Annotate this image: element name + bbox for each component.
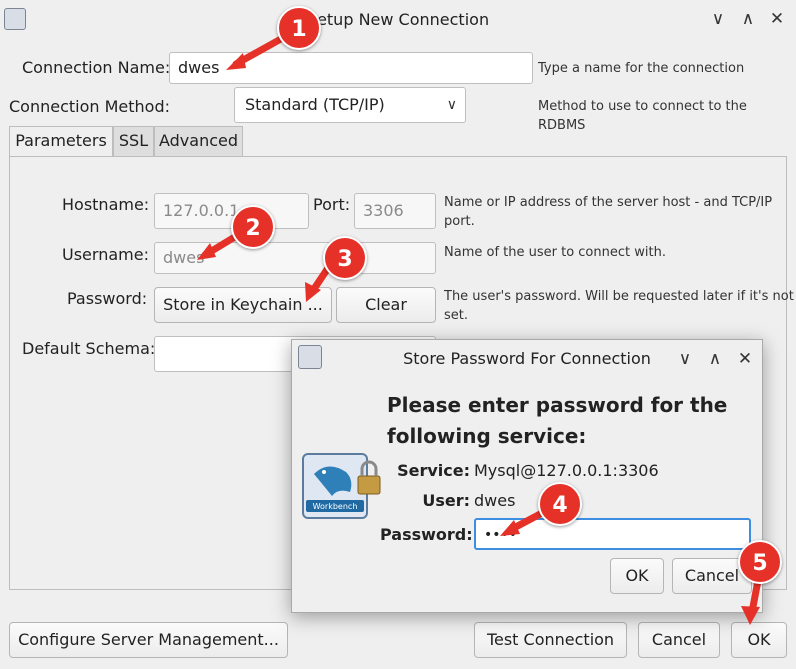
annotation-badge-5: 5 xyxy=(738,540,782,584)
annotation-arrows xyxy=(197,31,764,625)
annotation-badge-2: 2 xyxy=(231,205,275,249)
annotation-badge-3: 3 xyxy=(323,236,367,280)
annotation-badge-4: 4 xyxy=(538,482,582,526)
arrowhead-1 xyxy=(226,53,246,70)
arrowhead-5 xyxy=(741,606,760,625)
annotation-badge-1: 1 xyxy=(277,6,321,50)
arrowhead-2 xyxy=(197,243,216,260)
